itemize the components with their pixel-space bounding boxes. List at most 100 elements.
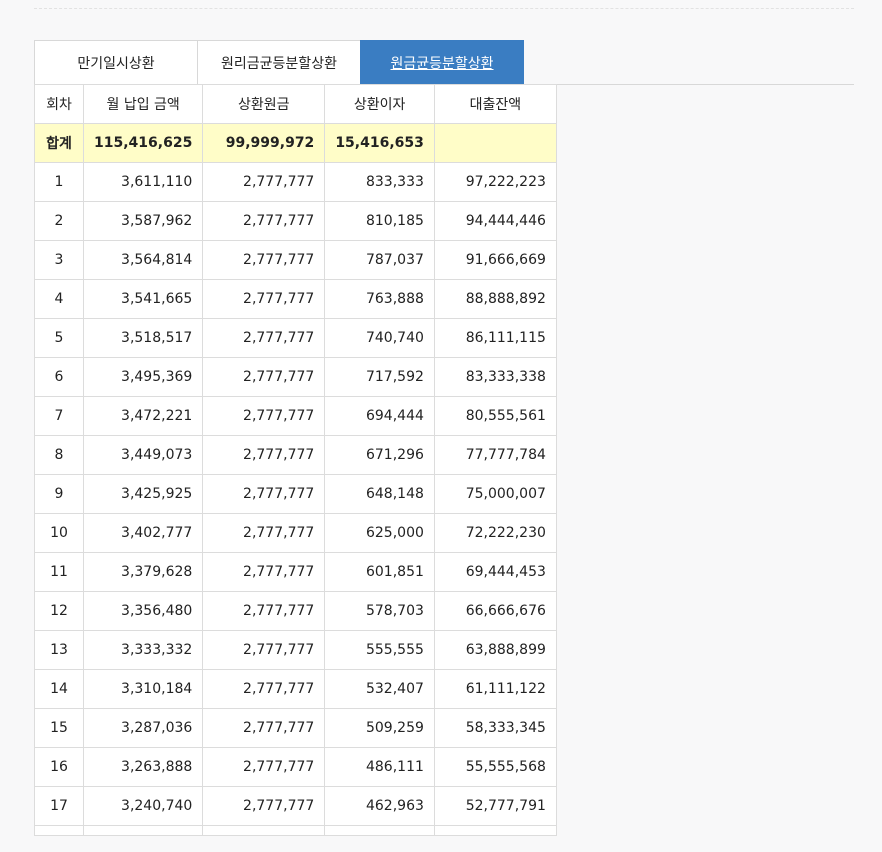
cell-round: 9: [34, 474, 84, 514]
cell-monthly-payment: 3,425,925: [82, 474, 204, 514]
cell-interest: 555,555: [324, 630, 435, 670]
cell-balance: 86,111,115: [433, 318, 557, 358]
cell-round: 12: [34, 591, 84, 631]
cell-round: 7: [34, 396, 84, 436]
cell-monthly-payment: 3,495,369: [82, 357, 204, 397]
cell-balance: 63,888,899: [433, 630, 557, 670]
cell-round: 16: [34, 747, 84, 787]
cell-round: 11: [34, 552, 84, 592]
cell-principal: 2,777,777: [202, 162, 326, 202]
cell-round: 5: [34, 318, 84, 358]
table-row: 8 3,449,073 2,777,777 671,296 77,777,784: [34, 435, 557, 475]
cell-interest: 787,037: [324, 240, 435, 280]
cell-balance: 91,666,669: [433, 240, 557, 280]
cell-balance: 69,444,453: [433, 552, 557, 592]
table-row: 12 3,356,480 2,777,777 578,703 66,666,676: [34, 591, 557, 631]
cell-interest: 810,185: [324, 201, 435, 241]
repayment-type-tabs: 만기일시상환 원리금균등분할상환 원금균등분할상환: [34, 40, 854, 85]
table-row: 16 3,263,888 2,777,777 486,111 55,555,568: [34, 747, 557, 787]
total-balance: [433, 123, 557, 163]
cell-round: 13: [34, 630, 84, 670]
cell-round: 3: [34, 240, 84, 280]
cell-principal: 2,777,777: [202, 669, 326, 709]
cell-monthly-payment: 3,587,962: [82, 201, 204, 241]
cell-interest: 578,703: [324, 591, 435, 631]
cell-balance: 75,000,007: [433, 474, 557, 514]
cell-interest: 509,259: [324, 708, 435, 748]
cell-interest: 717,592: [324, 357, 435, 397]
cell-interest: 694,444: [324, 396, 435, 436]
cell-interest: 740,740: [324, 318, 435, 358]
header-monthly-payment: 월 납입 금액: [82, 84, 204, 124]
table-row: 14 3,310,184 2,777,777 532,407 61,111,122: [34, 669, 557, 709]
header-balance: 대출잔액: [433, 84, 557, 124]
cell-principal: 2,777,777: [202, 708, 326, 748]
cell-interest: 763,888: [324, 279, 435, 319]
cell-balance: 61,111,122: [433, 669, 557, 709]
cell-principal: 2,777,777: [202, 357, 326, 397]
cell-monthly-payment: 3,449,073: [82, 435, 204, 475]
table-row: 7 3,472,221 2,777,777 694,444 80,555,561: [34, 396, 557, 436]
cell-monthly-payment: 3,472,221: [82, 396, 204, 436]
cell-principal: 2,777,777: [202, 513, 326, 553]
table-row-partial: [34, 825, 557, 836]
tab-bullet-repayment[interactable]: 만기일시상환: [34, 40, 198, 84]
cell-monthly-payment: 3,287,036: [82, 708, 204, 748]
cell-monthly-payment: 3,611,110: [82, 162, 204, 202]
cell-round: 8: [34, 435, 84, 475]
cell-principal: 2,777,777: [202, 747, 326, 787]
cell-interest: 625,000: [324, 513, 435, 553]
repayment-schedule-table: 회차 월 납입 금액 상환원금 상환이자 대출잔액 합계 115,416,625…: [34, 84, 557, 836]
cell-principal: 2,777,777: [202, 435, 326, 475]
table-row: 1 3,611,110 2,777,777 833,333 97,222,223: [34, 162, 557, 202]
table-row: 3 3,564,814 2,777,777 787,037 91,666,669: [34, 240, 557, 280]
table-row: 15 3,287,036 2,777,777 509,259 58,333,345: [34, 708, 557, 748]
header-round: 회차: [34, 84, 84, 124]
cell-balance: 55,555,568: [433, 747, 557, 787]
total-payment: 115,416,625: [82, 123, 204, 163]
total-label: 합계: [34, 123, 84, 163]
cell-monthly-payment: 3,240,740: [82, 786, 204, 826]
cell-balance: 97,222,223: [433, 162, 557, 202]
table-row: 4 3,541,665 2,777,777 763,888 88,888,892: [34, 279, 557, 319]
table-row: 6 3,495,369 2,777,777 717,592 83,333,338: [34, 357, 557, 397]
table-row: 5 3,518,517 2,777,777 740,740 86,111,115: [34, 318, 557, 358]
cell-principal: 2,777,777: [202, 279, 326, 319]
cell-balance: 52,777,791: [433, 786, 557, 826]
cell-balance: 94,444,446: [433, 201, 557, 241]
cell-principal: 2,777,777: [202, 201, 326, 241]
cell-round: 4: [34, 279, 84, 319]
cell-balance: 72,222,230: [433, 513, 557, 553]
tab-equal-payment[interactable]: 원리금균등분할상환: [197, 40, 361, 84]
table-row: 13 3,333,332 2,777,777 555,555 63,888,899: [34, 630, 557, 670]
cell-round: 1: [34, 162, 84, 202]
cell-principal: 2,777,777: [202, 396, 326, 436]
cell-balance: 66,666,676: [433, 591, 557, 631]
cell-round: 14: [34, 669, 84, 709]
cell-principal: 2,777,777: [202, 240, 326, 280]
page: 만기일시상환 원리금균등분할상환 원금균등분할상환 회차 월 납입 금액 상환원…: [0, 0, 882, 852]
header-principal: 상환원금: [202, 84, 326, 124]
cell-round: 15: [34, 708, 84, 748]
tab-equal-principal[interactable]: 원금균등분할상환: [360, 40, 524, 84]
cell-interest: 486,111: [324, 747, 435, 787]
cell-monthly-payment: 3,518,517: [82, 318, 204, 358]
total-interest: 15,416,653: [324, 123, 435, 163]
cell-monthly-payment: 3,564,814: [82, 240, 204, 280]
cell-principal: 2,777,777: [202, 591, 326, 631]
cell-monthly-payment: 3,541,665: [82, 279, 204, 319]
cell-balance: 77,777,784: [433, 435, 557, 475]
cell-monthly-payment: 3,402,777: [82, 513, 204, 553]
cell-monthly-payment: 3,356,480: [82, 591, 204, 631]
cell-round: 10: [34, 513, 84, 553]
cell-interest: 462,963: [324, 786, 435, 826]
total-row: 합계 115,416,625 99,999,972 15,416,653: [34, 123, 557, 163]
cell-balance: 83,333,338: [433, 357, 557, 397]
cell-interest: 833,333: [324, 162, 435, 202]
cell-monthly-payment: 3,333,332: [82, 630, 204, 670]
table-row: 17 3,240,740 2,777,777 462,963 52,777,791: [34, 786, 557, 826]
table-row: 2 3,587,962 2,777,777 810,185 94,444,446: [34, 201, 557, 241]
cell-principal: 2,777,777: [202, 630, 326, 670]
cell-balance: 88,888,892: [433, 279, 557, 319]
cell-principal: 2,777,777: [202, 786, 326, 826]
